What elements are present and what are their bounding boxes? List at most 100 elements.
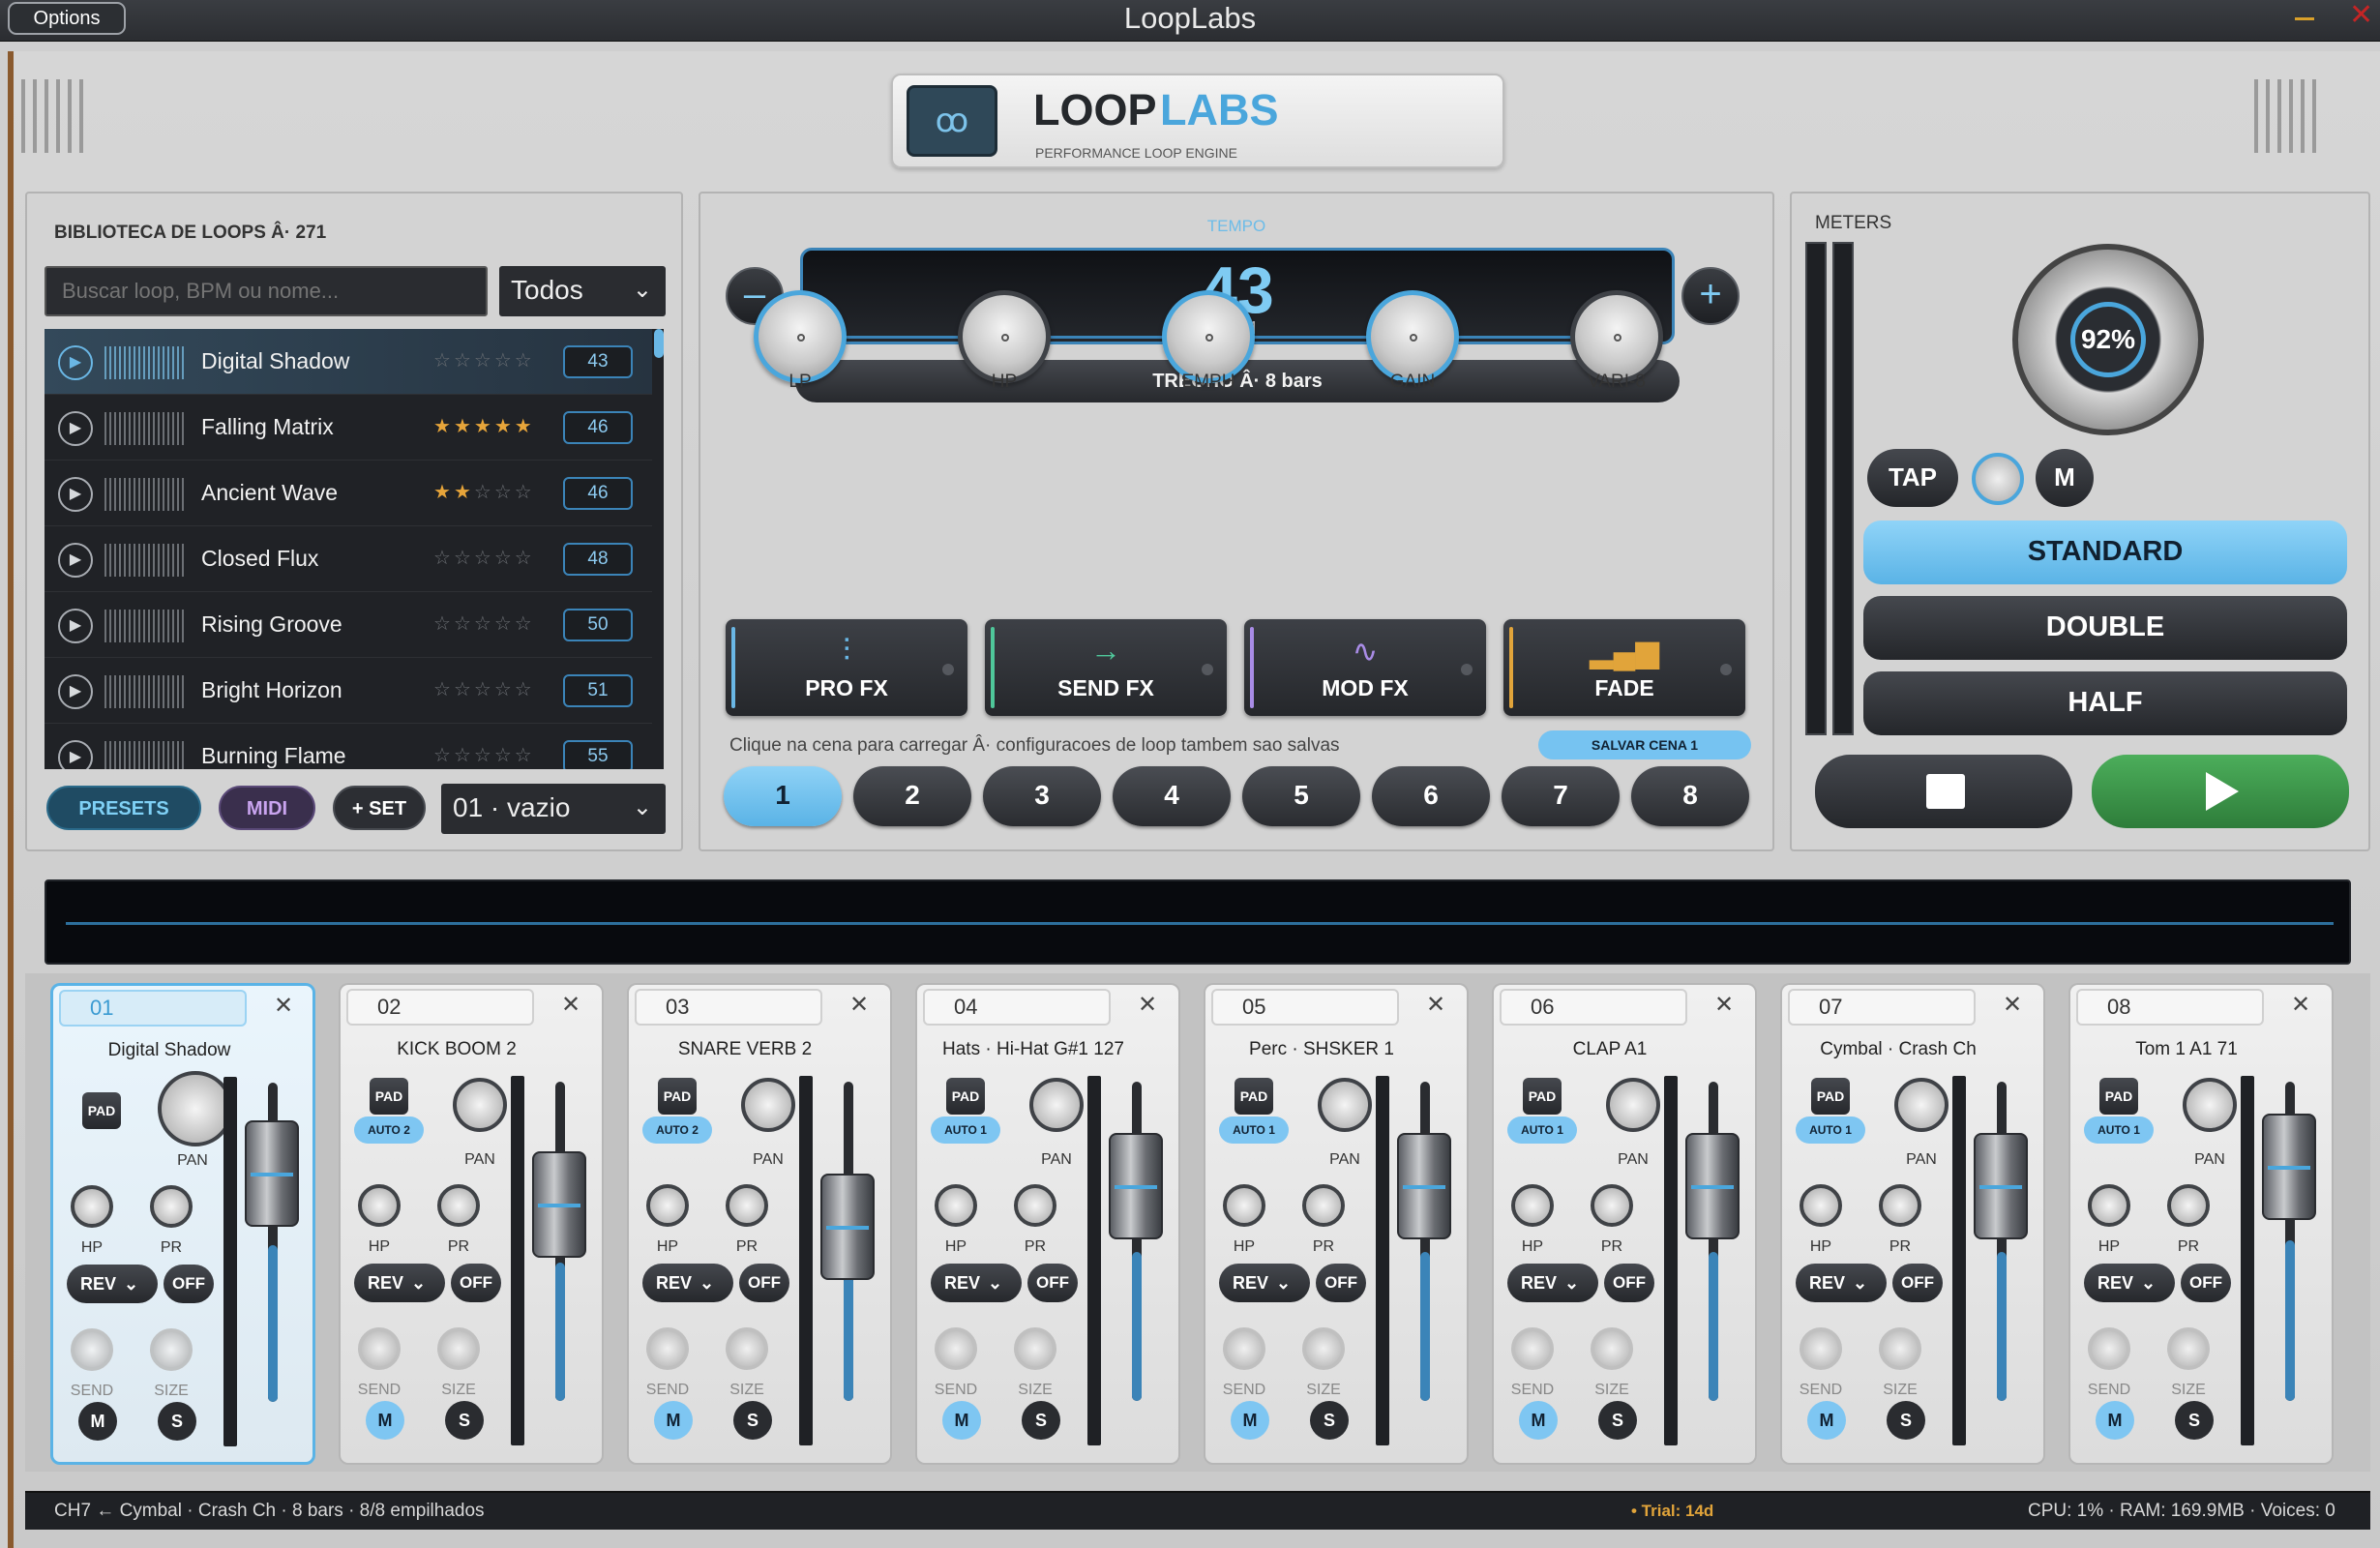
star-icon[interactable]: ☆ <box>433 679 454 700</box>
mute-button[interactable]: M <box>2096 1401 2134 1440</box>
mode-half-button[interactable]: HALF <box>1863 671 2347 735</box>
close-icon[interactable]: ✕ <box>1426 991 1445 1019</box>
pr-knob[interactable] <box>1014 1184 1056 1227</box>
fader-handle[interactable] <box>1974 1133 2028 1239</box>
send-knob[interactable] <box>358 1327 401 1370</box>
close-icon[interactable]: ✕ <box>1714 991 1734 1019</box>
close-icon[interactable]: ✕ <box>1138 991 1157 1019</box>
play-icon[interactable]: ▶ <box>58 543 93 578</box>
mute-button[interactable]: M <box>1807 1401 1846 1440</box>
rev-dropdown[interactable]: REV ⌄ <box>1507 1264 1598 1302</box>
size-knob[interactable] <box>726 1327 768 1370</box>
off-toggle[interactable]: OFF <box>1892 1264 1943 1302</box>
waveform-strip[interactable] <box>45 879 2351 965</box>
star-icon[interactable]: ★ <box>454 416 474 437</box>
star-icon[interactable]: ☆ <box>454 679 474 700</box>
rating-stars[interactable]: ☆☆☆☆☆ <box>433 743 535 767</box>
loop-list-scrollbar[interactable] <box>654 329 664 358</box>
play-icon[interactable]: ▶ <box>58 740 93 769</box>
hp-knob[interactable] <box>1800 1184 1842 1227</box>
mute-button[interactable]: M <box>942 1401 981 1440</box>
pan-knob[interactable] <box>1606 1078 1660 1132</box>
rev-dropdown[interactable]: REV ⌄ <box>67 1265 158 1303</box>
channel-number[interactable]: 03 <box>635 989 822 1026</box>
play-button[interactable] <box>2092 755 2349 828</box>
knob-vari-8[interactable] <box>1570 290 1663 383</box>
pan-knob[interactable] <box>1029 1078 1084 1132</box>
pr-knob[interactable] <box>150 1185 193 1228</box>
loop-row[interactable]: ▶ Burning Flame ☆☆☆☆☆ 55 <box>45 724 652 769</box>
off-toggle[interactable]: OFF <box>164 1265 214 1303</box>
fader-track[interactable] <box>1420 1082 1430 1401</box>
pr-knob[interactable] <box>1591 1184 1633 1227</box>
fader-track[interactable] <box>1997 1082 2007 1401</box>
tap-button[interactable]: TAP <box>1867 449 1958 507</box>
play-icon[interactable]: ▶ <box>58 609 93 643</box>
star-icon[interactable]: ★ <box>433 482 454 503</box>
pr-knob[interactable] <box>1879 1184 1921 1227</box>
star-icon[interactable]: ☆ <box>494 350 515 372</box>
pad-button[interactable]: PAD <box>2099 1078 2138 1115</box>
close-icon[interactable]: ✕ <box>2291 991 2310 1019</box>
star-icon[interactable]: ☆ <box>474 482 494 503</box>
off-toggle[interactable]: OFF <box>1316 1264 1366 1302</box>
scene-button-4[interactable]: 4 <box>1113 766 1231 826</box>
auto-button[interactable]: AUTO 1 <box>931 1116 1000 1144</box>
star-icon[interactable]: ★ <box>454 482 474 503</box>
tap-knob[interactable] <box>1972 453 2024 505</box>
m-button[interactable]: M <box>2036 449 2094 507</box>
size-knob[interactable] <box>150 1328 193 1371</box>
off-toggle[interactable]: OFF <box>1027 1264 1078 1302</box>
scene-button-2[interactable]: 2 <box>853 766 971 826</box>
send-knob[interactable] <box>1800 1327 1842 1370</box>
auto-button[interactable]: AUTO 1 <box>1219 1116 1289 1144</box>
hp-knob[interactable] <box>1511 1184 1554 1227</box>
pan-knob[interactable] <box>741 1078 795 1132</box>
send-knob[interactable] <box>2088 1327 2130 1370</box>
size-knob[interactable] <box>437 1327 480 1370</box>
scene-button-5[interactable]: 5 <box>1242 766 1360 826</box>
channel-number[interactable]: 01 <box>59 990 247 1027</box>
pad-button[interactable]: PAD <box>946 1078 985 1115</box>
star-icon[interactable]: ☆ <box>474 679 494 700</box>
add-set-button[interactable]: + SET <box>333 786 426 830</box>
rating-stars[interactable]: ★★★★★ <box>433 414 535 438</box>
hp-knob[interactable] <box>71 1185 113 1228</box>
rating-stars[interactable]: ★★☆☆☆ <box>433 480 535 504</box>
fader-handle[interactable] <box>245 1120 299 1227</box>
off-toggle[interactable]: OFF <box>739 1264 789 1302</box>
pan-knob[interactable] <box>1894 1078 1949 1132</box>
send-knob[interactable] <box>71 1328 113 1371</box>
fx-button-fade[interactable]: ▂▄▆ FADE <box>1503 619 1745 716</box>
pad-button[interactable]: PAD <box>1235 1078 1273 1115</box>
loop-search-input[interactable] <box>45 266 488 316</box>
star-icon[interactable]: ☆ <box>474 613 494 635</box>
loop-row[interactable]: ▶ Digital Shadow ☆☆☆☆☆ 43 <box>45 329 652 395</box>
send-knob[interactable] <box>935 1327 977 1370</box>
hp-knob[interactable] <box>935 1184 977 1227</box>
star-icon[interactable]: ★ <box>433 416 454 437</box>
solo-button[interactable]: S <box>445 1401 484 1440</box>
size-knob[interactable] <box>1591 1327 1633 1370</box>
hp-knob[interactable] <box>358 1184 401 1227</box>
star-icon[interactable]: ☆ <box>454 613 474 635</box>
rating-stars[interactable]: ☆☆☆☆☆ <box>433 348 535 372</box>
star-icon[interactable]: ☆ <box>494 679 515 700</box>
play-icon[interactable]: ▶ <box>58 477 93 512</box>
rev-dropdown[interactable]: REV ⌄ <box>354 1264 445 1302</box>
star-icon[interactable]: ☆ <box>433 350 454 372</box>
star-icon[interactable]: ☆ <box>454 350 474 372</box>
star-icon[interactable]: ☆ <box>433 613 454 635</box>
star-icon[interactable]: ★ <box>494 416 515 437</box>
star-icon[interactable]: ☆ <box>494 548 515 569</box>
rev-dropdown[interactable]: REV ⌄ <box>1219 1264 1310 1302</box>
pad-button[interactable]: PAD <box>82 1092 121 1129</box>
size-knob[interactable] <box>1879 1327 1921 1370</box>
star-icon[interactable]: ☆ <box>515 548 535 569</box>
size-knob[interactable] <box>1014 1327 1056 1370</box>
star-icon[interactable]: ☆ <box>433 548 454 569</box>
solo-button[interactable]: S <box>1022 1401 1060 1440</box>
star-icon[interactable]: ★ <box>515 416 535 437</box>
pan-knob[interactable] <box>2183 1078 2237 1132</box>
solo-button[interactable]: S <box>1887 1401 1925 1440</box>
